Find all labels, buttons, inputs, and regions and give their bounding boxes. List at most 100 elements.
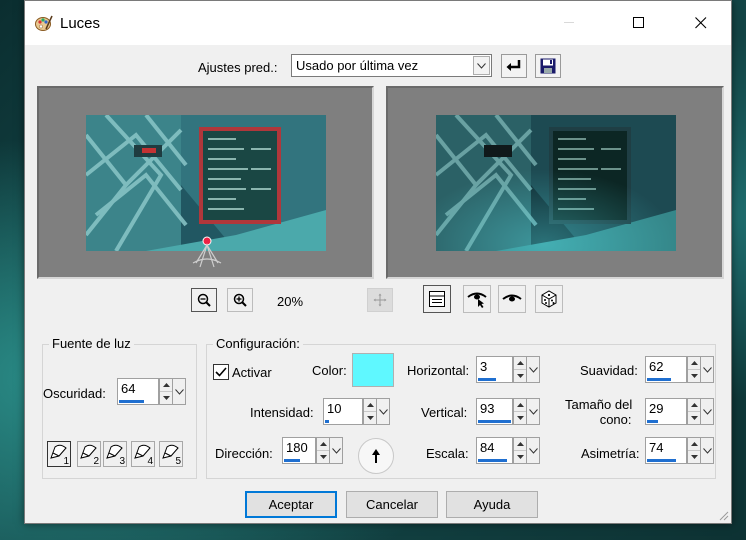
asymmetry-level-bar [647, 459, 676, 462]
help-button-label: Ayuda [473, 497, 511, 512]
darkness-stepper[interactable] [159, 378, 173, 405]
ok-button[interactable]: Aceptar [245, 491, 337, 518]
arrow-down-icon [690, 416, 698, 420]
scale-dropdown[interactable] [526, 437, 540, 464]
intensity-stepper[interactable] [363, 398, 377, 425]
resize-grip-icon[interactable] [719, 511, 729, 521]
intensity-level-bar [325, 420, 329, 423]
view-toggle-button[interactable] [423, 285, 451, 313]
cone-size-dropdown[interactable] [700, 398, 714, 425]
arrow-down-icon [516, 416, 524, 420]
auto-proof-button[interactable] [498, 285, 526, 313]
asymmetry-stepper[interactable] [687, 437, 701, 464]
light-position-handle[interactable] [192, 233, 222, 269]
intensity-input[interactable]: 10 [323, 398, 363, 425]
darkness-dropdown[interactable] [172, 378, 186, 405]
light-selector-3[interactable]: 3 [103, 441, 127, 467]
minimize-button[interactable] [547, 1, 593, 45]
cancel-button-label: Cancelar [365, 497, 419, 512]
presets-dropdown[interactable]: Usado por última vez [291, 54, 492, 77]
direction-dial[interactable] [358, 438, 394, 474]
color-label: Color: [312, 363, 347, 378]
light-selector-4[interactable]: 4 [131, 441, 155, 467]
zoom-in-button[interactable] [227, 288, 253, 312]
scale-input[interactable]: 84 [476, 437, 513, 464]
save-preset-button[interactable] [535, 54, 561, 78]
arrow-up-icon [690, 442, 698, 446]
direction-input[interactable]: 180 [282, 437, 316, 464]
enable-checkbox[interactable] [213, 364, 229, 380]
preview-before[interactable] [37, 86, 374, 279]
light-selector-number: 2 [93, 456, 99, 467]
direction-stepper[interactable] [316, 437, 330, 464]
preview-image-after [436, 115, 676, 251]
title-bar[interactable]: Luces [25, 1, 731, 45]
chevron-down-icon [528, 366, 538, 373]
pan-move-icon [373, 293, 387, 307]
preview-image-before [86, 115, 326, 251]
cone-size-input[interactable]: 29 [645, 398, 687, 425]
asymmetry-value: 74 [649, 440, 664, 455]
direction-dropdown[interactable] [329, 437, 343, 464]
intensity-label: Intensidad: [250, 405, 314, 420]
help-button[interactable]: Ayuda [446, 491, 538, 518]
light-selector-number: 4 [147, 456, 153, 467]
arrow-up-icon [162, 383, 170, 387]
chevron-down-icon[interactable] [473, 56, 490, 75]
cone-size-label-line2: cono: [599, 412, 632, 427]
eye-pointer-icon [467, 292, 487, 308]
light-selector-1[interactable]: 1 [47, 441, 71, 467]
light-selector-2[interactable]: 2 [77, 441, 101, 467]
eye-icon [502, 294, 522, 302]
cone-size-stepper[interactable] [687, 398, 701, 425]
light-selector-number: 1 [63, 456, 69, 467]
arrow-up-icon [516, 442, 524, 446]
direction-value: 180 [286, 440, 308, 455]
zoom-level: 20% [277, 294, 304, 309]
darkness-level-bar [119, 400, 144, 403]
zoom-in-icon [233, 293, 247, 307]
darkness-value: 64 [121, 381, 136, 396]
maximize-button[interactable] [616, 1, 662, 45]
close-button[interactable] [671, 1, 731, 45]
light-selector-5[interactable]: 5 [159, 441, 183, 467]
softness-input[interactable]: 62 [645, 356, 687, 383]
scale-value: 84 [480, 440, 495, 455]
arrow-down-icon [162, 396, 170, 400]
enable-label: Activar [232, 365, 272, 380]
asymmetry-label: Asimetría: [581, 446, 640, 461]
horizontal-input[interactable]: 3 [476, 356, 513, 383]
intensity-dropdown[interactable] [376, 398, 390, 425]
arrow-down-icon [366, 416, 374, 420]
vertical-stepper[interactable] [513, 398, 527, 425]
direction-level-bar [284, 459, 300, 462]
softness-label: Suavidad: [580, 363, 638, 378]
randomize-button[interactable] [535, 285, 563, 313]
presets-selected-value: Usado por última vez [296, 58, 419, 73]
cancel-button[interactable]: Cancelar [346, 491, 438, 518]
pan-button[interactable] [367, 288, 393, 312]
horizontal-level-bar [478, 378, 496, 381]
asymmetry-dropdown[interactable] [700, 437, 714, 464]
horizontal-stepper[interactable] [513, 356, 527, 383]
asymmetry-input[interactable]: 74 [645, 437, 687, 464]
reset-preset-button[interactable] [501, 54, 527, 78]
softness-stepper[interactable] [687, 356, 701, 383]
vertical-input[interactable]: 93 [476, 398, 513, 425]
minimize-icon [564, 22, 574, 23]
intensity-value: 10 [327, 401, 342, 416]
softness-dropdown[interactable] [700, 356, 714, 383]
cone-size-value: 29 [649, 401, 664, 416]
darkness-input[interactable]: 64 [117, 378, 159, 405]
color-swatch[interactable] [352, 353, 394, 387]
proof-button[interactable] [463, 285, 491, 313]
zoom-out-button[interactable] [191, 288, 217, 312]
horizontal-value: 3 [480, 359, 488, 374]
horizontal-dropdown[interactable] [526, 356, 540, 383]
paint-palette-icon [35, 15, 53, 31]
scale-stepper[interactable] [513, 437, 527, 464]
arrow-down-icon [319, 455, 327, 459]
arrow-up-icon [319, 442, 327, 446]
chevron-down-icon [331, 447, 341, 454]
vertical-dropdown[interactable] [526, 398, 540, 425]
